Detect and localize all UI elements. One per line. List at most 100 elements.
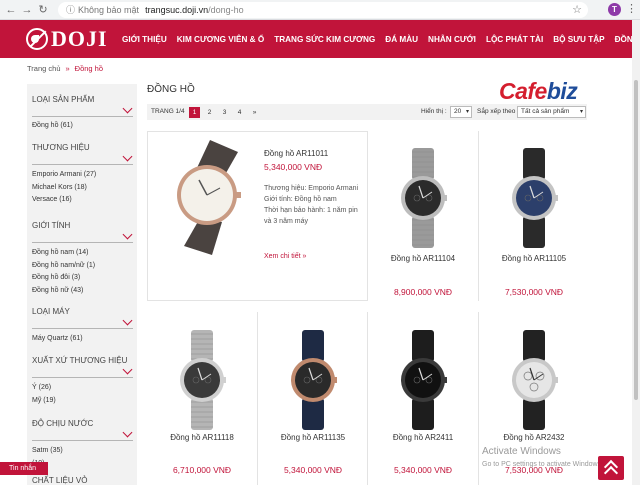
page-button-1[interactable]: 1 [189, 107, 200, 118]
chevron-down-icon[interactable] [122, 315, 133, 326]
page-button-3[interactable]: 3 [219, 107, 230, 118]
filter-divider [32, 116, 133, 117]
page-button-4[interactable]: 4 [234, 107, 245, 118]
view-details-link[interactable]: Xem chi tiết » [264, 253, 306, 260]
scrollbar-thumb[interactable] [634, 80, 638, 400]
breadcrumb: Trang chủ » Đồng hồ [27, 64, 103, 73]
nav-item-4[interactable]: ĐÁ MÀU [385, 35, 418, 44]
featured-product-name[interactable]: Đồng hồ AR11011 [264, 149, 328, 158]
featured-card-border [147, 131, 148, 301]
next-page-button[interactable]: » [249, 107, 260, 118]
featured-card-border [147, 300, 367, 301]
product-name[interactable]: Đồng hồ AR11118 [147, 433, 257, 442]
nav-item-2[interactable]: KIM CƯƠNG VIÊN & Ổ [177, 35, 264, 44]
watch-image[interactable] [395, 148, 451, 248]
nav-item-5[interactable]: NHẪN CƯỚI [428, 35, 476, 44]
doji-logo[interactable]: DOJI [26, 26, 108, 52]
filter-heading[interactable]: LOẠI SẢN PHẨM [32, 95, 94, 104]
filter-heading[interactable]: CHẤT LIỆU VỎ [32, 476, 87, 485]
scroll-to-top-button[interactable] [598, 456, 624, 481]
grid-divider [257, 312, 258, 485]
detail-line: Thương hiệu: Emporio Armani [264, 185, 359, 192]
filter-option[interactable]: Michael Kors (18) [32, 184, 87, 191]
chevron-down-icon[interactable] [122, 427, 133, 438]
filter-heading[interactable]: THƯƠNG HIỆU [32, 143, 90, 152]
chat-button[interactable]: Tin nhắn [0, 462, 48, 475]
breadcrumb-current[interactable]: Đồng hồ [75, 64, 103, 73]
sort-select[interactable]: Tất cả sản phẩm ▾ [517, 106, 586, 118]
filter-heading[interactable]: XUẤT XỨ THƯƠNG HIỆU [32, 356, 127, 365]
filter-option[interactable]: Versace (16) [32, 196, 72, 203]
watch-image[interactable] [506, 330, 562, 430]
filter-divider [32, 242, 133, 243]
filter-option[interactable]: Satm (35) [32, 447, 63, 454]
chevron-down-icon[interactable] [122, 103, 133, 114]
chevron-down-icon[interactable] [122, 151, 133, 162]
profile-avatar[interactable]: T [608, 3, 621, 16]
breadcrumb-separator: » [65, 64, 70, 73]
featured-card-border [147, 131, 367, 132]
product-name[interactable]: Đồng hồ AR2411 [368, 433, 478, 442]
watch-image[interactable] [395, 330, 451, 430]
forward-icon[interactable]: → [20, 3, 34, 17]
filter-divider [32, 164, 133, 165]
filter-option[interactable]: Ý (26) [32, 384, 51, 391]
product-name[interactable]: Đồng hồ AR11135 [258, 433, 368, 442]
product-price: 5,340,000 VNĐ [393, 465, 453, 475]
product-price: 7,530,000 VNĐ [504, 287, 564, 297]
bookmark-star-icon[interactable]: ☆ [572, 3, 582, 16]
chevron-down-icon[interactable] [122, 229, 133, 240]
product-name[interactable]: Đồng hồ AR11105 [479, 254, 589, 263]
site-header: DOJI GIỚI THIỆU KIM CƯƠNG VIÊN & Ổ TRANG S… [0, 20, 640, 58]
browser-menu-icon[interactable]: ⋮ [626, 2, 637, 15]
filter-option[interactable]: Emporio Armani (27) [32, 171, 96, 178]
listing-toolbar: TRANG 1/4 1 2 3 4 » Hiển thị : 20 ▾ Sắp xếp t… [147, 104, 587, 120]
page-button-2[interactable]: 2 [204, 107, 215, 118]
logo-mark-icon [26, 28, 48, 50]
filter-option[interactable]: Đồng hồ đôi (3) [32, 274, 80, 281]
watch-image-ar11011[interactable] [160, 140, 255, 255]
detail-line: và 3 năm máy [264, 218, 308, 225]
reload-icon[interactable]: ↻ [36, 3, 50, 17]
sort-label: Sắp xếp theo : [477, 108, 519, 115]
watch-image[interactable] [285, 330, 341, 430]
main-navigation: GIỚI THIỆU KIM CƯƠNG VIÊN & Ổ TRANG SỨC KI… [122, 20, 640, 58]
show-label: Hiển thị : [421, 108, 447, 115]
filter-divider [32, 377, 133, 378]
filter-option[interactable]: Đồng hồ nữ (43) [32, 287, 83, 294]
filter-option[interactable]: Đồng hồ (61) [32, 122, 73, 129]
nav-item-7[interactable]: BỘ SƯU TẬP [553, 35, 604, 44]
product-name[interactable]: Đồng hồ AR11104 [368, 254, 478, 263]
url-path: /dong-ho [208, 5, 244, 15]
featured-card-border [367, 131, 368, 301]
detail-line: Giới tính: Đồng hồ nam [264, 196, 337, 203]
security-label: Không bảo mật [78, 5, 140, 15]
address-bar[interactable]: ⓘ Không bảo mật trangsuc.doji.vn/dong-ho [58, 2, 588, 18]
nav-item-3[interactable]: TRANG SỨC KIM CƯƠNG [274, 35, 375, 44]
chevron-down-icon[interactable] [122, 364, 133, 375]
breadcrumb-home[interactable]: Trang chủ [27, 64, 61, 73]
filter-heading[interactable]: ĐỘ CHỊU NƯỚC [32, 419, 93, 428]
nav-item-6[interactable]: LỘC PHÁT TÀI [486, 35, 543, 44]
browser-toolbar: ← → ↻ ⓘ Không bảo mật trangsuc.doji.vn/don… [0, 0, 640, 20]
grid-divider [478, 131, 479, 301]
info-icon[interactable]: ⓘ [66, 5, 75, 15]
nav-item-1[interactable]: GIỚI THIỆU [122, 35, 167, 44]
watch-image[interactable] [174, 330, 230, 430]
windows-activation-watermark: Activate Windows Go to PC settings to ac… [482, 446, 603, 468]
filter-heading[interactable]: GIỚI TÍNH [32, 221, 70, 230]
featured-product-details: Thương hiệu: Emporio Armani Giới tính: Đồ… [264, 183, 358, 227]
filter-heading[interactable]: LOẠI MÁY [32, 307, 70, 316]
featured-product-price: 5,340,000 VNĐ [264, 162, 323, 172]
back-icon[interactable]: ← [4, 3, 18, 17]
filter-option[interactable]: Máy Quartz (61) [32, 335, 83, 342]
url-host: trangsuc.doji.vn [145, 5, 209, 15]
filter-option[interactable]: Đồng hồ nam (14) [32, 249, 88, 256]
page-title: ĐỒNG HỒ [147, 84, 195, 95]
show-count-select[interactable]: 20 ▾ [450, 106, 472, 118]
product-price: 6,710,000 VNĐ [172, 465, 232, 475]
filter-option[interactable]: Mỹ (19) [32, 397, 56, 404]
watch-image[interactable] [506, 148, 562, 248]
dropdown-arrow-icon: ▾ [465, 109, 469, 115]
filter-option[interactable]: Đồng hồ nam/nữ (1) [32, 262, 95, 269]
